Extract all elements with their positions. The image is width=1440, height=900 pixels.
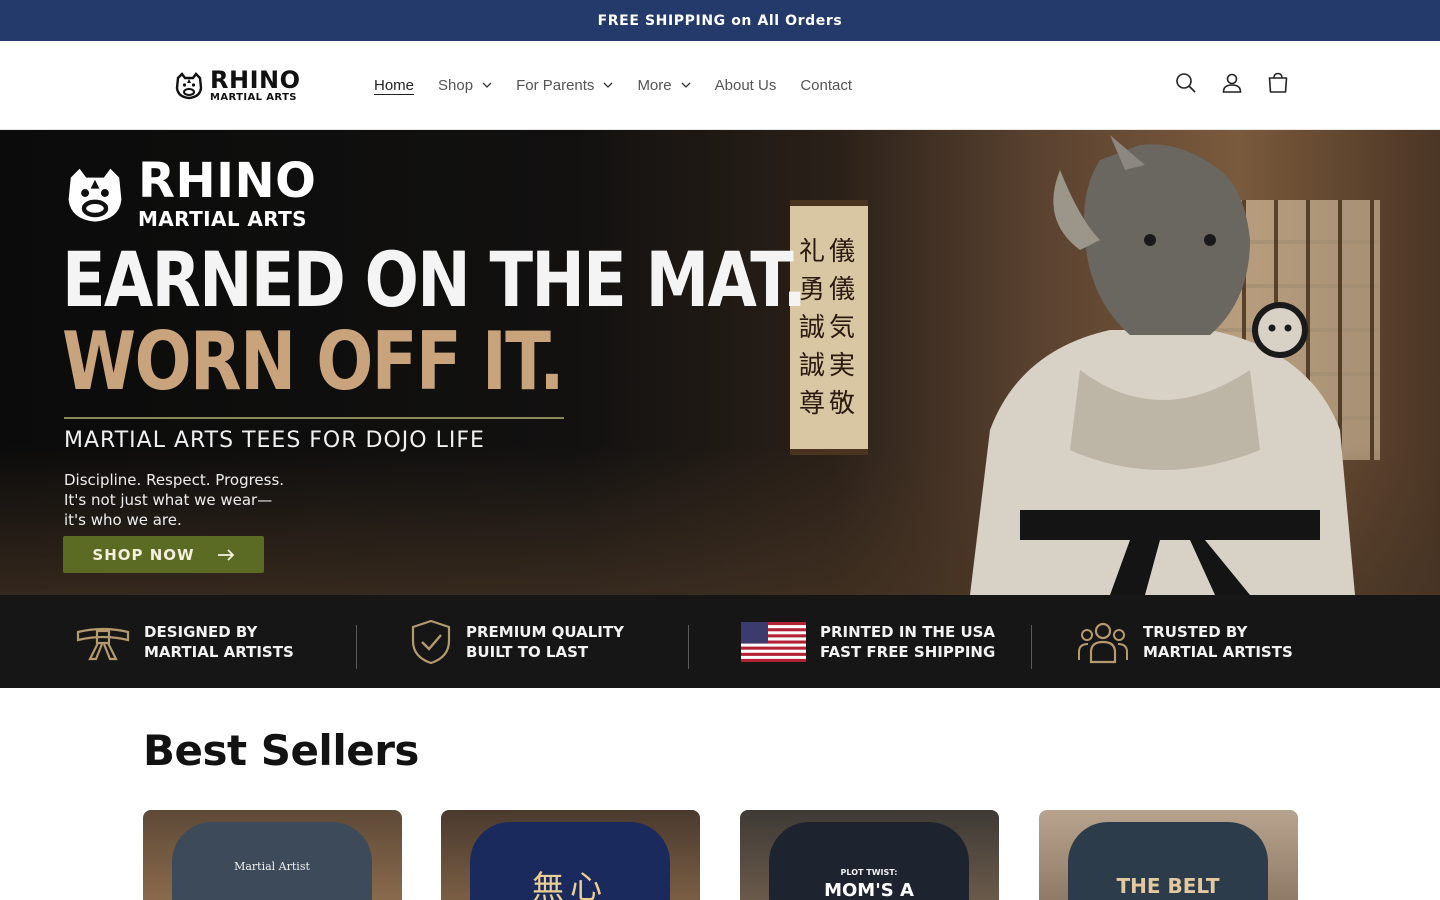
shop-now-button[interactable]: SHOP NOW [63,536,264,573]
chevron-down-icon [603,82,613,88]
feature-designed-by: DESIGNED BY MARTIAL ARTISTS [76,595,294,688]
site-logo[interactable]: RHINO MARTIAL ARTS [174,67,300,103]
group-icon [1078,622,1128,663]
hero-headline-primary: EARNED ON THE MAT. [62,235,807,324]
feature-line: FAST FREE SHIPPING [820,642,996,661]
feature-line: MARTIAL ARTISTS [1143,642,1293,661]
logo-title: RHINO [210,65,301,94]
feature-strip: DESIGNED BY MARTIAL ARTISTS PREMIUM QUAL… [0,595,1440,688]
nav-home[interactable]: Home [362,77,426,94]
feature-divider [356,625,357,669]
hero-copy-line: it's who we are. [64,511,182,529]
nav-contact[interactable]: Contact [788,77,864,94]
rhino-logo-icon [68,168,122,222]
hero-copy-line: Discipline. Respect. Progress. [64,471,285,489]
product-card[interactable]: 無心 [441,810,700,900]
account-icon [1222,73,1242,93]
us-flag-icon [741,621,806,662]
nav-about-us-label: About Us [714,76,777,94]
feature-line: PRINTED IN THE USA [820,622,996,641]
product-card[interactable]: Martial Artist [143,810,402,900]
cart-button[interactable] [1266,71,1290,95]
hero-copy: Discipline. Respect. Progress. It's not … [64,470,324,530]
hero-tagline: MARTIAL ARTS TEES FOR DOJO LIFE [64,428,485,453]
scroll-line: 尊敬 [798,388,859,419]
feature-line: BUILT TO LAST [466,642,589,661]
shirt-print-text: PLOT TWIST: [840,868,898,877]
feature-divider [688,625,689,669]
scroll-line: 誠気 [798,312,859,343]
feature-line: MARTIAL ARTISTS [144,642,294,661]
nav-about-us[interactable]: About Us [703,77,789,94]
chevron-down-icon [482,82,492,88]
product-image: Martial Artist [172,822,372,900]
nav-for-parents[interactable]: For Parents [504,77,625,94]
site-header: RHINO MARTIAL ARTS Home Shop For Parents… [0,41,1440,130]
shield-check-icon [411,619,451,664]
feature-line: DESIGNED BY [144,622,258,641]
announcement-bar: FREE SHIPPING on All Orders [0,0,1440,41]
hero-banner[interactable]: 礼儀 勇儀 誠気 誠実 尊敬 RHINO MARTIAL ARTS EARNED… [0,130,1440,595]
best-sellers-title: Best Sellers [143,726,419,775]
nav-more-label: More [637,76,672,94]
nav-shop[interactable]: Shop [426,77,504,94]
feature-line: TRUSTED BY [1143,622,1248,641]
hero-divider [64,417,564,419]
shirt-print-text: THE BELT [1116,874,1220,898]
main-nav: Home Shop For Parents More About Us Cont… [362,71,864,99]
shirt-print-text: 無心 [531,868,608,900]
feature-printed-usa: PRINTED IN THE USA FAST FREE SHIPPING [741,595,995,688]
search-icon [1176,73,1196,93]
hero-logo-title: RHINO [138,153,317,209]
arrow-right-icon [217,548,234,561]
hero-copy-line: It's not just what we wear— [64,491,273,509]
logo-subtitle: MARTIAL ARTS [210,91,297,103]
product-image: PLOT TWIST: MOM'S A [769,822,969,900]
scroll-line: 勇儀 [798,274,859,305]
product-card[interactable]: PLOT TWIST: MOM'S A [740,810,999,900]
account-button[interactable] [1220,71,1244,95]
belt-icon [76,627,130,660]
rhino-logo-icon [175,72,203,100]
shirt-print-text: MOM'S A [824,880,914,900]
nav-contact-label: Contact [800,76,853,94]
cart-icon [1268,72,1288,93]
feature-divider [1031,625,1032,669]
product-grid: Martial Artist 無心 PLOT TWIST: MOM'S A TH… [143,810,1298,900]
announcement-text: FREE SHIPPING on All Orders [597,12,843,29]
shop-now-label: SHOP NOW [92,545,195,564]
chevron-down-icon [681,82,691,88]
product-image: 無心 [470,822,670,900]
nav-for-parents-label: For Parents [516,76,595,94]
header-icons [1174,71,1290,95]
nav-more[interactable]: More [625,77,702,94]
hero-logo-subtitle: MARTIAL ARTS [138,207,307,231]
hero-headline-accent: WORN OFF IT. [62,315,565,408]
nav-home-label: Home [374,76,415,94]
product-image: THE BELT [1068,822,1268,900]
nav-shop-label: Shop [438,76,474,94]
rhino-gi-illustration [970,135,1355,595]
scroll-line: 誠実 [798,350,859,381]
hero-brand-logo: RHINO MARTIAL ARTS [62,157,316,229]
feature-premium-quality: PREMIUM QUALITY BUILT TO LAST [410,595,624,688]
feature-line: PREMIUM QUALITY [466,622,624,641]
search-button[interactable] [1174,71,1198,95]
shirt-print-text: Martial Artist [234,860,310,873]
product-card[interactable]: THE BELT [1039,810,1298,900]
feature-trusted-by: TRUSTED BY MARTIAL ARTISTS [1077,595,1293,688]
scroll-line: 礼儀 [798,236,859,267]
